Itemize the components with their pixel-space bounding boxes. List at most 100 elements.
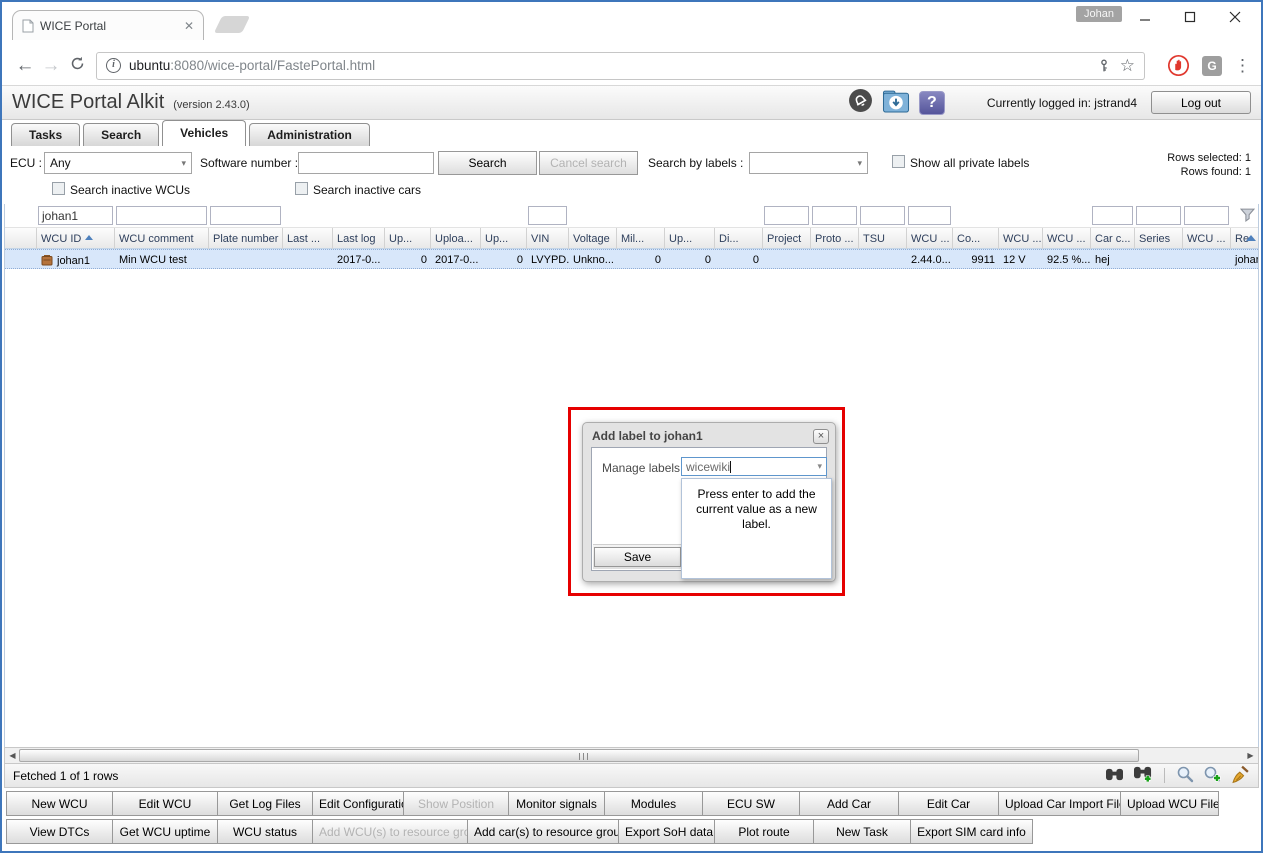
grid-column-header[interactable]: Last log [333,228,385,249]
grid-filter-input[interactable] [764,206,809,225]
footer-button[interactable]: Modules [604,791,703,816]
bookmark-star-icon[interactable]: ☆ [1120,57,1135,74]
grid-column-header[interactable]: Uploa... [431,228,481,249]
show-private-labels-checkbox[interactable] [892,155,905,168]
chevron-down-icon[interactable]: ▾ [817,461,826,472]
tab-administration[interactable]: Administration [249,123,370,146]
grid-column-header[interactable]: VIN [527,228,569,249]
footer-button[interactable]: Edit Car [898,791,999,816]
address-bar[interactable]: i ubuntu:8080/wice-portal/FastePortal.ht… [96,52,1145,80]
tab-tasks[interactable]: Tasks [11,123,80,146]
footer-button[interactable]: Edit WCU [112,791,218,816]
grid-column-header[interactable]: Car c... [1091,228,1135,249]
grid-column-header[interactable]: Last ... [283,228,333,249]
window-maximize-button[interactable] [1167,4,1212,30]
scroll-up-icon[interactable] [1246,235,1256,241]
grid-filter-input[interactable] [908,206,951,225]
download-logs-icon[interactable] [882,88,910,118]
tab-close-icon[interactable]: ✕ [184,20,194,32]
footer-button[interactable]: Get WCU uptime [112,819,218,844]
g-extension-icon[interactable]: G [1202,56,1222,76]
footer-button[interactable]: Get Log Files [217,791,313,816]
tab-search[interactable]: Search [83,123,159,146]
tab-vehicles[interactable]: Vehicles [162,120,246,146]
grid-filter-input[interactable] [1184,206,1229,225]
scroll-left-icon[interactable]: ◀ [6,749,19,762]
grid-filter-input[interactable] [210,206,281,225]
logout-button[interactable]: Log out [1151,91,1251,114]
find-next-icon[interactable] [1133,765,1153,786]
grid-column-header[interactable]: Up... [481,228,527,249]
save-password-key-icon[interactable] [1096,58,1112,74]
window-close-button[interactable] [1212,4,1257,30]
help-icon[interactable]: ? [919,91,945,115]
grid-filter-input[interactable] [528,206,567,225]
footer-button[interactable]: WCU status [217,819,313,844]
site-info-icon[interactable]: i [106,58,121,73]
grid-column-header[interactable]: WCU ... [1183,228,1231,249]
footer-button[interactable]: View DTCs [6,819,113,844]
grid-column-header[interactable]: Plate number [209,228,283,249]
grid-column-header[interactable]: WCU ... [907,228,953,249]
grid-column-header[interactable]: Series [1135,228,1183,249]
ecu-select[interactable]: Any▾ [44,152,192,174]
table-row[interactable]: johan1Min WCU test2017-0...02017-0...0LV… [5,249,1258,269]
software-number-input[interactable] [298,152,434,174]
grid-filter-input[interactable] [812,206,857,225]
filter-funnel-icon[interactable] [1240,207,1255,227]
clear-filters-broom-icon[interactable] [1231,765,1250,787]
zoom-add-icon[interactable] [1203,765,1222,787]
browser-profile-badge[interactable]: Johan [1076,6,1122,22]
grid-column-header[interactable]: WCU ... [1043,228,1091,249]
scrollbar-thumb[interactable] [19,749,1139,762]
grid-filter-input[interactable] [860,206,905,225]
search-button[interactable]: Search [438,151,537,175]
grid-column-header[interactable]: Up... [665,228,715,249]
horizontal-scrollbar[interactable]: ◀ ▶ [4,747,1259,764]
footer-button[interactable]: ECU SW [702,791,800,816]
grid-filter-input[interactable] [1136,206,1181,225]
back-icon[interactable]: ← [12,56,38,75]
browser-tab[interactable]: WICE Portal ✕ [12,10,204,40]
reload-icon[interactable] [64,55,90,76]
grid-column-header[interactable]: Mil... [617,228,665,249]
search-inactive-wcus-checkbox[interactable] [52,182,65,195]
scroll-right-icon[interactable]: ▶ [1244,749,1257,762]
search-inactive-cars-checkbox[interactable] [295,182,308,195]
browser-menu-icon[interactable]: ⋮ [1234,56,1251,76]
dialog-close-icon[interactable]: × [813,429,829,444]
footer-button[interactable]: Add Car [799,791,899,816]
manage-labels-combobox[interactable]: wicewiki ▾ [681,457,827,476]
grid-filter-input[interactable] [1092,206,1133,225]
footer-button[interactable]: Plot route [714,819,814,844]
footer-button[interactable]: Add car(s) to resource group [467,819,619,844]
footer-button[interactable]: Export SoH data [618,819,715,844]
grid-filter-input[interactable] [116,206,207,225]
grid-column-header[interactable]: Co... [953,228,999,249]
footer-button[interactable]: Upload Car Import File [998,791,1121,816]
find-icon[interactable] [1105,766,1124,786]
footer-button[interactable]: Edit Configuration [312,791,404,816]
adblock-extension-icon[interactable] [1167,54,1190,77]
grid-column-header[interactable]: TSU [859,228,907,249]
grid-filter-input[interactable]: johan1 [38,206,113,225]
footer-button[interactable]: Upload WCU File [1120,791,1219,816]
notification-bell-icon[interactable] [848,88,873,118]
footer-button[interactable]: Monitor signals [508,791,605,816]
footer-button[interactable]: New Task [813,819,911,844]
save-button[interactable]: Save [594,547,681,567]
footer-button[interactable]: New WCU [6,791,113,816]
grid-column-header[interactable]: WCU comment [115,228,209,249]
footer-button[interactable]: Export SIM card info [910,819,1033,844]
grid-column-header[interactable]: Voltage [569,228,617,249]
grid-column-header[interactable]: Project [763,228,811,249]
labels-select[interactable]: ▾ [749,152,868,174]
grid-column-header[interactable]: Di... [715,228,763,249]
new-tab-button[interactable] [214,16,250,33]
grid-column-header[interactable]: WCU ID [37,228,115,249]
zoom-icon[interactable] [1176,765,1194,786]
grid-column-header[interactable] [5,228,37,249]
forward-icon[interactable]: → [38,56,64,75]
grid-column-header[interactable]: Up... [385,228,431,249]
window-minimize-button[interactable] [1122,4,1167,30]
